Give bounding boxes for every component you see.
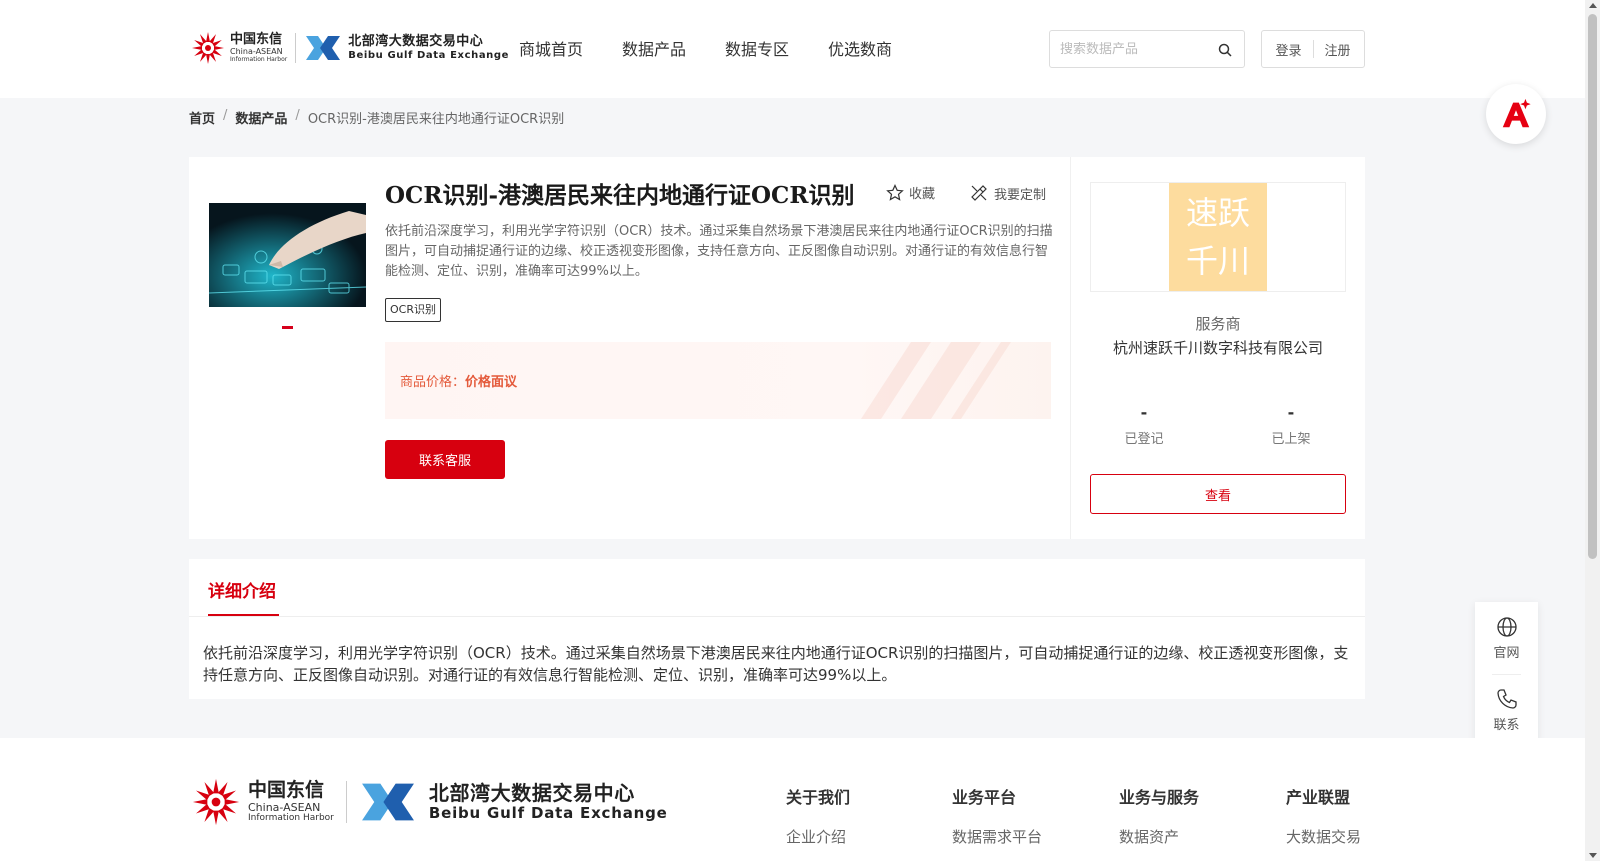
customize-label: 我要定制	[994, 187, 1047, 203]
stat-registered: - 已登记	[1094, 403, 1194, 447]
register-link[interactable]: 注册	[1325, 40, 1351, 59]
footer-brand2-cn: 北部湾大数据交易中心	[428, 781, 635, 805]
website-label: 官网	[1493, 646, 1520, 661]
breadcrumb-home[interactable]: 首页	[189, 108, 215, 127]
website-button[interactable]: 官网	[1475, 616, 1538, 661]
login-link[interactable]: 登录	[1275, 40, 1301, 59]
footer-brand1-cn: 中国东信	[248, 779, 325, 801]
footer-logo-divider	[345, 781, 347, 823]
tab-rule	[189, 616, 1365, 617]
auth-box: 登录 注册	[1261, 30, 1365, 68]
phone-icon	[1496, 689, 1517, 709]
provider-logo-line2: 千川	[1185, 242, 1250, 280]
logo-divider	[295, 33, 297, 63]
search-box	[1049, 30, 1245, 68]
contact-label: 联系	[1493, 718, 1520, 733]
footer-brand2-en: Beibu Gulf Data Exchange	[428, 804, 668, 822]
auth-divider	[1312, 40, 1314, 58]
footer-col-alliance: 产业联盟 大数据交易	[1286, 784, 1361, 847]
footer-brand1-en1: China-ASEAN	[248, 801, 321, 814]
nav-mall-home[interactable]: 商城首页	[519, 36, 583, 60]
footer-col-services: 业务与服务 数据资产	[1119, 784, 1199, 847]
scrollbar-thumb[interactable]	[1588, 14, 1597, 559]
footer-col-about: 关于我们 企业介绍	[786, 784, 850, 847]
footer-col-title: 产业联盟	[1286, 788, 1351, 807]
provider-logo-line1: 速跃	[1185, 194, 1250, 232]
stat-registered-label: 已登记	[1124, 432, 1164, 447]
footer-col-title: 业务平台	[952, 788, 1017, 807]
provider-label: 服务商	[1195, 315, 1241, 333]
search-icon[interactable]	[1218, 42, 1232, 57]
scroll-down-arrow-icon[interactable]	[1589, 853, 1597, 858]
breadcrumb-separator: /	[295, 108, 300, 123]
stat-registered-value: -	[1140, 403, 1148, 422]
floating-toolbar: 官网 联系	[1475, 602, 1538, 744]
site-footer: 中国东信 China-ASEAN Information Harbor 北部湾大…	[0, 738, 1585, 861]
stat-listed-label: 已上架	[1271, 432, 1311, 447]
customize-button[interactable]: 我要定制	[969, 183, 1046, 203]
product-card: OCR识别-港澳居民来往内地通行证OCR识别 收藏 我要定制 依托前沿深度学习，…	[189, 157, 1365, 539]
detail-section: 详细介绍 依托前沿深度学习，利用光学字符识别（OCR）技术。通过采集自然场景下港…	[189, 559, 1365, 699]
logo-brand2-cn: 北部湾大数据交易中心	[348, 34, 484, 49]
logo-brand1-en1: China-ASEAN	[230, 47, 283, 56]
main-nav: 商城首页 数据产品 数据专区 优选数商	[519, 36, 892, 60]
china-asean-sun-icon	[190, 776, 242, 828]
breadcrumb-current: OCR识别-港澳居民来往内地通行证OCR识别	[307, 112, 565, 127]
product-tag[interactable]: OCR识别	[385, 298, 441, 322]
footer-col-title: 业务与服务	[1119, 788, 1200, 807]
detail-text: 依托前沿深度学习，利用光学字符识别（OCR）技术。通过采集自然场景下港澳居民来往…	[203, 644, 1349, 684]
carousel-indicator[interactable]	[282, 326, 293, 329]
breadcrumb: 首页 / 数据产品 / OCR识别-港澳居民来往内地通行证OCR识别	[189, 108, 564, 127]
stat-listed-value: -	[1287, 403, 1295, 422]
price-label: 商品价格：	[400, 375, 466, 390]
search-input[interactable]	[1060, 41, 1220, 57]
page-scrollbar[interactable]	[1585, 0, 1600, 861]
footer-logo[interactable]: 中国东信 China-ASEAN Information Harbor 北部湾大…	[190, 776, 668, 828]
favorite-label: 收藏	[909, 187, 936, 202]
price-panel: 商品价格：价格面议	[385, 342, 1051, 419]
beibu-gulf-logo-icon	[359, 780, 417, 824]
product-description: 依托前沿深度学习，利用光学字符识别（OCR）技术。通过采集自然场景下港澳居民来往…	[385, 224, 1053, 279]
china-asean-sun-icon	[190, 30, 226, 66]
tab-active-indicator	[208, 614, 279, 616]
ai-assistant-button[interactable]	[1486, 84, 1546, 144]
contact-button[interactable]: 联系	[1475, 688, 1538, 733]
favorite-button[interactable]: 收藏	[886, 183, 935, 202]
footer-link[interactable]: 大数据交易	[1286, 826, 1361, 847]
footer-link[interactable]: 数据资产	[1119, 826, 1199, 847]
logo-brand1-cn: 中国东信	[230, 32, 283, 47]
star-icon	[886, 183, 904, 201]
breadcrumb-separator: /	[223, 108, 228, 123]
product-thumbnail[interactable]	[209, 203, 366, 307]
logo-brand1-en2: Information Harbor	[230, 56, 288, 63]
toolbar-divider	[1492, 674, 1521, 675]
footer-link[interactable]: 企业介绍	[786, 826, 850, 847]
globe-icon	[1496, 617, 1517, 637]
site-header: 中国东信 China-ASEAN Information Harbor 北部湾大…	[0, 0, 1585, 98]
price-value: 价格面议	[465, 375, 518, 390]
footer-col-platform: 业务平台 数据需求平台	[952, 784, 1042, 847]
card-divider	[1070, 157, 1071, 539]
nav-data-zone[interactable]: 数据专区	[725, 36, 789, 60]
breadcrumb-data-products[interactable]: 数据产品	[235, 108, 287, 127]
nav-preferred-merchants[interactable]: 优选数商	[828, 36, 892, 60]
contact-service-button[interactable]: 联系客服	[385, 440, 505, 479]
beibu-gulf-logo-icon	[304, 34, 342, 62]
provider-logo[interactable]: 速跃 千川	[1090, 182, 1346, 292]
footer-brand1-en2: Information Harbor	[248, 813, 334, 823]
ai-assistant-icon	[1502, 98, 1531, 128]
scroll-up-arrow-icon[interactable]	[1589, 3, 1597, 8]
customize-tools-icon	[971, 185, 987, 201]
tab-detail-intro[interactable]: 详细介绍	[208, 577, 276, 602]
decorative-stripes	[861, 342, 1011, 419]
logo-brand2-en: Beibu Gulf Data Exchange	[348, 50, 510, 61]
view-provider-button[interactable]: 查看	[1090, 474, 1346, 514]
nav-data-products[interactable]: 数据产品	[622, 36, 686, 60]
provider-name: 杭州速跃千川数字科技有限公司	[1112, 339, 1323, 357]
product-title: OCR识别-港澳居民来往内地通行证OCR识别	[385, 182, 855, 209]
site-logo[interactable]: 中国东信 China-ASEAN Information Harbor 北部湾大…	[190, 28, 509, 68]
stat-listed: - 已上架	[1241, 403, 1341, 447]
footer-col-title: 关于我们	[786, 788, 851, 807]
footer-link[interactable]: 数据需求平台	[952, 826, 1042, 847]
